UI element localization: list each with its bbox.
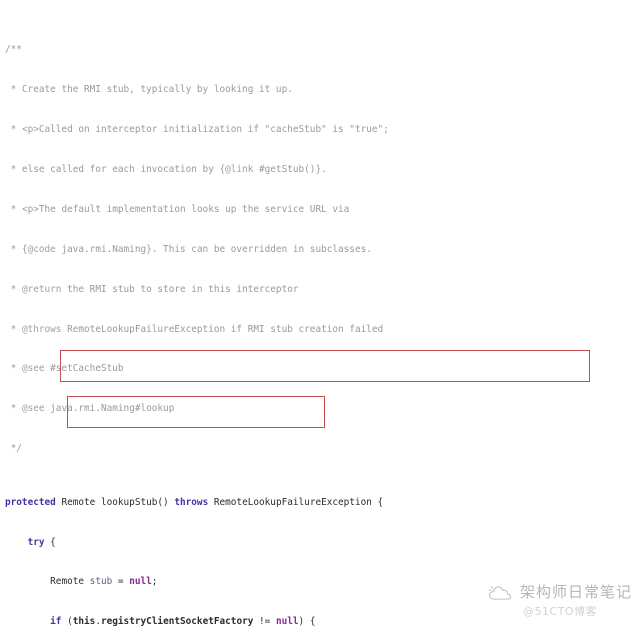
watermark-title: 架构师日常笔记 <box>519 583 632 602</box>
code-line: */ <box>5 443 22 455</box>
code-line: /** <box>5 43 22 55</box>
code-line: protected Remote lookupStub() throws Rem… <box>5 496 384 508</box>
code-line: * {@code java.rmi.Naming}. This can be o… <box>5 243 372 255</box>
cloud-icon <box>488 582 514 604</box>
watermark-subtitle: @51CTO博客 <box>522 604 598 618</box>
code-line: * <p>Called on interceptor initializatio… <box>5 123 389 135</box>
code-line: * else called for each invocation by {@l… <box>5 163 327 175</box>
code-line: try { <box>27 536 56 548</box>
watermark: 架构师日常笔记 @51CTO博客 <box>488 582 632 618</box>
code-line: * @see #setCacheStub <box>5 363 124 375</box>
code-content[interactable]: /** * Create the RMI stub, typically by … <box>0 3 640 628</box>
code-line: * @throws RemoteLookupFailureException i… <box>5 323 384 335</box>
code-line: * Create the RMI stub, typically by look… <box>5 83 293 95</box>
code-line: * @see java.rmi.Naming#lookup <box>5 403 175 415</box>
watermark-row: 架构师日常笔记 <box>488 582 632 604</box>
code-editor-screenshot: /** * Create the RMI stub, typically by … <box>0 0 640 628</box>
code-line: * <p>The default implementation looks up… <box>5 203 350 215</box>
code-line: * @return the RMI stub to store in this … <box>5 283 299 295</box>
